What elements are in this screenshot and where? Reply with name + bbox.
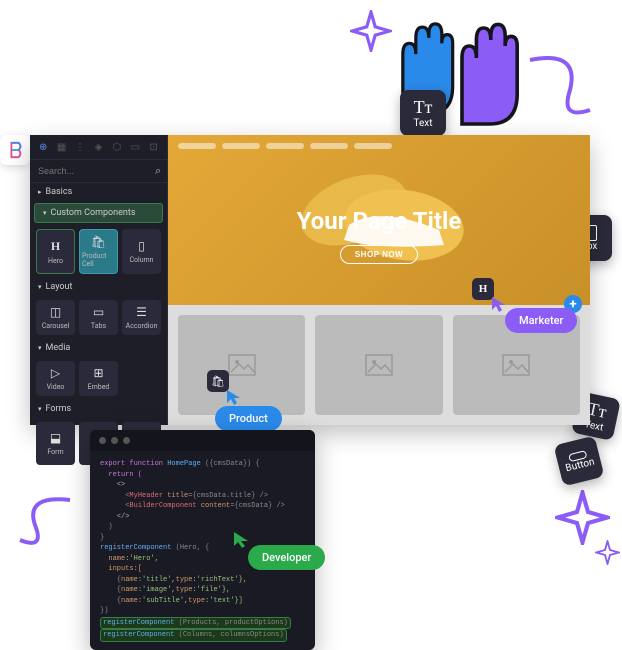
section-forms[interactable]: ▾Forms (30, 400, 167, 418)
sparkle-icon (350, 10, 392, 52)
image-placeholder-icon (365, 354, 393, 376)
column-icon: ▯ (138, 239, 145, 253)
search-row: ⌕ (30, 160, 167, 183)
curl-icon (15, 490, 85, 560)
hand-purple-icon (450, 10, 522, 130)
tile-label: Text (413, 118, 432, 129)
cursor-marketer-icon (490, 295, 508, 313)
chevron-down-icon: ▾ (38, 405, 42, 413)
embed-icon: ⊞ (93, 366, 103, 380)
canvas[interactable]: Your Page Title SHOP NOW + (168, 135, 590, 425)
code-window: export function HomePage ({cmsData}) { r… (90, 430, 315, 650)
sparkle-icon (595, 540, 620, 565)
product-pill: Product (215, 406, 282, 431)
section-custom[interactable]: ▾Custom Components (34, 203, 163, 223)
app-logo (0, 135, 30, 165)
carousel-icon: ◫ (50, 305, 61, 319)
page-title[interactable]: Your Page Title (297, 207, 462, 235)
tool-icon[interactable]: ◈ (93, 141, 103, 153)
section-layout[interactable]: ▾Layout (30, 278, 167, 296)
component-video[interactable]: ▷Video (36, 361, 75, 396)
window-controls (90, 430, 315, 451)
cursor-product-icon (225, 388, 243, 406)
chevron-down-icon: ▾ (43, 209, 47, 217)
component-carousel[interactable]: ◫Carousel (36, 300, 75, 335)
chevron-down-icon: ▾ (38, 283, 42, 291)
developer-pill: Developer (248, 545, 325, 570)
component-form[interactable]: ⬓Form (36, 422, 75, 465)
tool-icon[interactable]: ▦ (56, 141, 66, 153)
component-hero[interactable]: HHero (36, 229, 75, 274)
section-media[interactable]: ▾Media (30, 339, 167, 357)
h-icon: H (51, 239, 60, 254)
image-placeholder-icon (502, 354, 530, 376)
component-accordion[interactable]: ☰Accordion (122, 300, 161, 335)
component-product-cell[interactable]: 🛍Product Cell (79, 229, 118, 274)
nav-placeholder (178, 143, 392, 149)
cursor-developer-icon (232, 530, 252, 550)
hero-section[interactable]: Your Page Title SHOP NOW (168, 135, 590, 305)
tool-icon[interactable]: ⋮ (75, 141, 85, 153)
add-icon[interactable]: ⊕ (38, 141, 48, 153)
tabs-icon: ▭ (93, 305, 104, 319)
image-placeholder-icon (228, 354, 256, 376)
section-basics[interactable]: ▸Basics (30, 183, 167, 201)
marketer-pill: Marketer (505, 308, 577, 333)
search-input[interactable] (38, 166, 155, 176)
sparkle-icon (555, 490, 610, 545)
accordion-icon: ☰ (136, 305, 147, 319)
component-embed[interactable]: ⊞Embed (79, 361, 118, 396)
component-tabs[interactable]: ▭Tabs (79, 300, 118, 335)
search-icon[interactable]: ⌕ (155, 164, 161, 178)
tool-icon[interactable]: ▭ (130, 141, 140, 153)
sidebar: ⊕ ▦ ⋮ ◈ ⬡ ▭ ⊡ ⌕ ▸Basics ▾Custom Componen… (30, 135, 168, 425)
tool-icon[interactable]: ⬡ (112, 141, 122, 153)
shop-now-button[interactable]: SHOP NOW (340, 245, 418, 264)
product-card[interactable] (315, 315, 442, 415)
component-column[interactable]: ▯Column (122, 229, 161, 274)
text-icon: Tᴛ (414, 97, 433, 118)
sidebar-toolbar: ⊕ ▦ ⋮ ◈ ⬡ ▭ ⊡ (30, 135, 167, 160)
text-tile[interactable]: Tᴛ Text (400, 90, 446, 136)
video-icon: ▷ (51, 366, 60, 380)
tool-icon[interactable]: ⊡ (149, 141, 159, 153)
button-tile[interactable]: Button (554, 436, 605, 487)
chevron-down-icon: ▾ (38, 344, 42, 352)
bag-icon: 🛍 (91, 235, 106, 249)
editor-window: ⊕ ▦ ⋮ ◈ ⬡ ▭ ⊡ ⌕ ▸Basics ▾Custom Componen… (30, 135, 590, 425)
curl-icon (520, 50, 610, 140)
chevron-right-icon: ▸ (38, 188, 42, 196)
form-icon: ⬓ (50, 431, 61, 445)
